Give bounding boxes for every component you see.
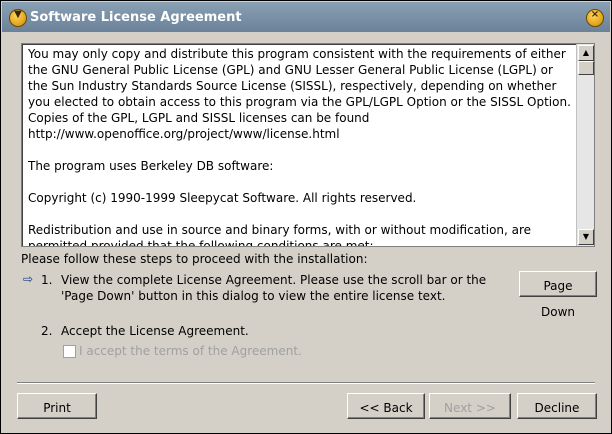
print-label: Print	[43, 401, 71, 415]
scroll-down-icon[interactable]: ▼	[578, 229, 594, 245]
window-title: Software License Agreement	[30, 10, 242, 25]
accept-label: I accept the terms of the Agreement.	[79, 344, 302, 358]
license-text-area[interactable]: You may only copy and distribute this pr…	[21, 43, 595, 247]
step1-line2: 'Page Down' button in this dialog to vie…	[61, 289, 446, 303]
next-button[interactable]: Next >>	[429, 393, 511, 419]
scroll-up-icon[interactable]: ▲	[578, 45, 594, 61]
step2-text: Accept the License Agreement.	[61, 324, 249, 338]
back-label: << Back	[359, 401, 413, 415]
current-step-arrow-icon: ⇨	[23, 272, 34, 286]
step1-number: 1.	[41, 273, 53, 287]
license-dialog: ▼ Software License Agreement × You may o…	[0, 0, 612, 434]
step1-line1: View the complete License Agreement. Ple…	[61, 273, 487, 287]
license-paragraph: You may only copy and distribute this pr…	[28, 47, 571, 141]
page-down-label: Page Down	[540, 279, 575, 319]
license-paragraph: Redistribution and use in source and bin…	[28, 223, 532, 247]
accept-checkbox[interactable]	[63, 345, 76, 358]
license-text: You may only copy and distribute this pr…	[28, 46, 573, 247]
page-down-button[interactable]: Page Down	[519, 271, 597, 319]
decline-button[interactable]: Decline	[517, 393, 597, 419]
title-bar[interactable]: ▼ Software License Agreement ×	[2, 2, 610, 32]
window-menu-icon[interactable]: ▼	[9, 9, 27, 27]
scroll-thumb[interactable]	[578, 61, 594, 75]
decline-label: Decline	[534, 401, 580, 415]
print-button[interactable]: Print	[17, 393, 97, 419]
next-label: Next >>	[444, 401, 496, 415]
close-icon[interactable]: ×	[586, 9, 604, 27]
instructions-intro: Please follow these steps to proceed wit…	[21, 252, 368, 266]
separator	[17, 382, 595, 384]
step2-number: 2.	[41, 324, 53, 338]
license-paragraph: Copyright (c) 1990-1999 Sleepycat Softwa…	[28, 191, 417, 205]
license-paragraph: The program uses Berkeley DB software:	[28, 159, 274, 173]
back-button[interactable]: << Back	[347, 393, 425, 419]
vertical-scrollbar[interactable]: ▲ ▼	[576, 44, 594, 246]
